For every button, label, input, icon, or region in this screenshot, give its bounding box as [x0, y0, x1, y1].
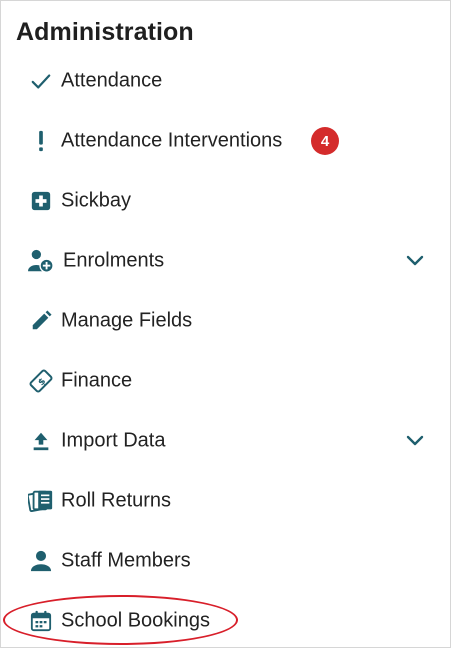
exclamation-icon [28, 128, 54, 154]
upload-icon [28, 428, 54, 454]
menu-item-attendance[interactable]: Attendance [1, 51, 450, 111]
section-title: Administration [16, 18, 194, 46]
menu-item-attendance-interventions[interactable]: Attendance Interventions 4 [1, 111, 450, 171]
svg-text:$: $ [37, 377, 49, 389]
administration-panel: Administration Attendance Attendance Int… [0, 0, 451, 648]
menu-item-import-data[interactable]: Import Data [1, 411, 450, 471]
medical-cross-icon [28, 188, 54, 214]
check-icon [28, 68, 54, 94]
menu-item-label: Attendance Interventions [61, 129, 283, 152]
menu-item-label: Sickbay [61, 189, 132, 212]
menu-item-finance[interactable]: $ Finance [1, 351, 450, 411]
menu-item-label: Import Data [61, 429, 166, 452]
menu-item-label: Attendance [61, 69, 163, 92]
admin-menu: Attendance Attendance Interventions 4 Si… [1, 51, 450, 647]
menu-item-enrolments[interactable]: Enrolments [1, 231, 450, 291]
person-icon [28, 548, 54, 574]
menu-item-label: Manage Fields [61, 309, 193, 332]
money-tag-icon: $ [28, 368, 54, 394]
menu-item-label: Enrolments [63, 249, 165, 272]
menu-item-staff-members[interactable]: Staff Members [1, 531, 450, 591]
pencil-icon [28, 308, 54, 334]
chevron-down-icon[interactable] [404, 430, 426, 452]
notification-badge: 4 [311, 127, 339, 155]
menu-item-sickbay[interactable]: Sickbay [1, 171, 450, 231]
menu-item-label: Finance [61, 369, 133, 392]
add-user-icon [28, 248, 54, 274]
menu-item-roll-returns[interactable]: Roll Returns [1, 471, 450, 531]
menu-item-manage-fields[interactable]: Manage Fields [1, 291, 450, 351]
menu-item-label: School Bookings [61, 609, 210, 632]
documents-icon [28, 488, 54, 514]
calendar-icon [28, 608, 54, 634]
menu-item-label: Roll Returns [61, 489, 172, 512]
menu-item-school-bookings[interactable]: School Bookings [1, 591, 450, 647]
chevron-down-icon[interactable] [404, 250, 426, 272]
menu-item-label: Staff Members [61, 549, 191, 572]
